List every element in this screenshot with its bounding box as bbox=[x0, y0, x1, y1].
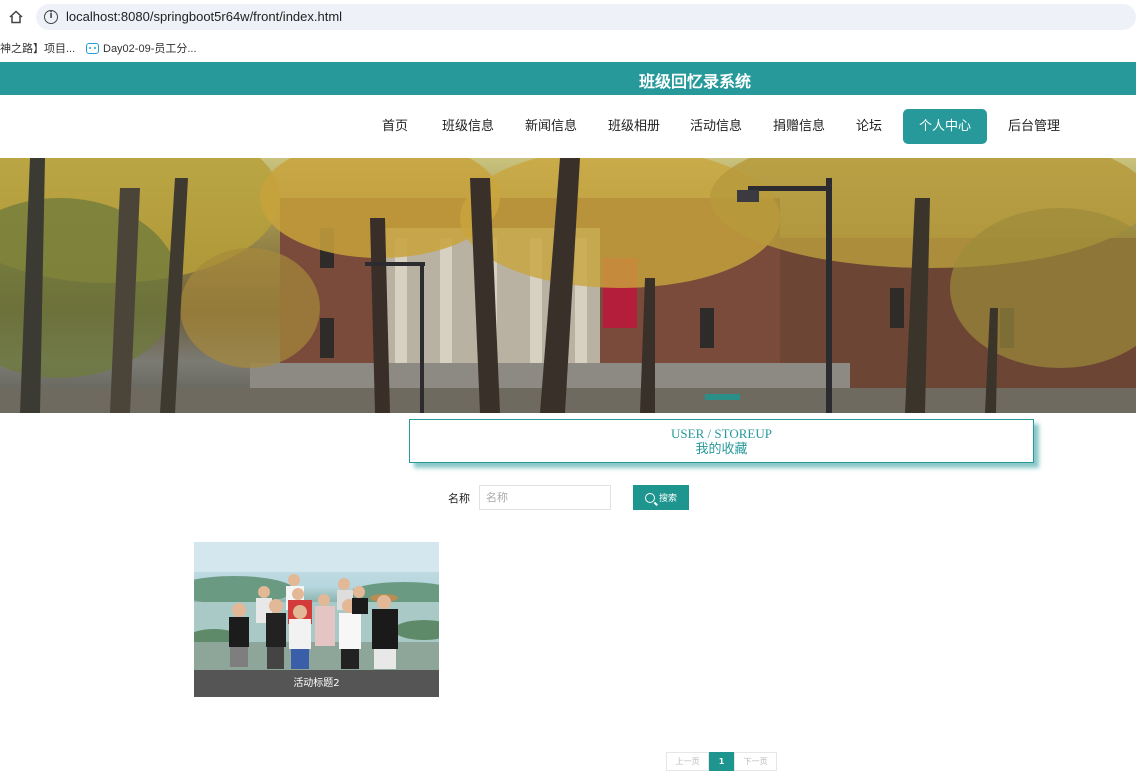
search-input[interactable] bbox=[479, 485, 611, 510]
hero-banner bbox=[0, 158, 1136, 413]
nav-item-admin[interactable]: 后台管理 bbox=[1008, 109, 1060, 144]
site-header: 班级回忆录系统 bbox=[0, 62, 1136, 95]
search-button[interactable]: 搜索 bbox=[633, 485, 689, 510]
nav-item-user-center[interactable]: 个人中心 bbox=[903, 109, 987, 144]
search-icon bbox=[644, 492, 655, 503]
nav-item-activities[interactable]: 活动信息 bbox=[690, 109, 742, 144]
browser-address-bar: i localhost:8080/springboot5r64w/front/i… bbox=[0, 0, 1136, 34]
bookmark-label: Day02-09-员工分... bbox=[103, 43, 197, 55]
main-nav: 首页 班级信息 新闻信息 班级相册 活动信息 捐赠信息 论坛 个人中心 后台管理 bbox=[0, 95, 1136, 158]
next-page-button[interactable]: 下一页 bbox=[734, 752, 777, 771]
prev-page-button[interactable]: 上一页 bbox=[666, 752, 709, 771]
search-label: 名称 bbox=[448, 492, 470, 505]
section-title-zh: 我的收藏 bbox=[695, 441, 748, 456]
nav-item-news[interactable]: 新闻信息 bbox=[525, 109, 577, 144]
nav-item-album[interactable]: 班级相册 bbox=[608, 109, 660, 144]
banner-illustration bbox=[0, 158, 1136, 413]
nav-item-forum[interactable]: 论坛 bbox=[856, 109, 882, 144]
nav-item-class-info[interactable]: 班级信息 bbox=[442, 109, 494, 144]
home-icon[interactable] bbox=[8, 9, 24, 25]
pagination: 上一页 1 下一页 bbox=[666, 752, 777, 771]
info-icon[interactable]: i bbox=[44, 10, 58, 24]
url-text: localhost:8080/springboot5r64w/front/ind… bbox=[66, 9, 343, 24]
bookmark-item[interactable]: 神之路】项目... bbox=[0, 40, 75, 56]
section-title: USER / STOREUP 我的收藏 bbox=[409, 419, 1034, 463]
section-title-en: USER / STOREUP bbox=[671, 426, 772, 441]
nav-item-donations[interactable]: 捐赠信息 bbox=[773, 109, 825, 144]
bilibili-icon bbox=[86, 42, 99, 54]
search-button-label: 搜索 bbox=[658, 494, 677, 504]
bookmark-item[interactable]: Day02-09-员工分... bbox=[86, 40, 197, 56]
site-title: 班级回忆录系统 bbox=[638, 72, 751, 91]
nav-item-home[interactable]: 首页 bbox=[382, 109, 408, 144]
url-field[interactable]: i localhost:8080/springboot5r64w/front/i… bbox=[36, 4, 1136, 30]
card-image bbox=[194, 542, 439, 670]
card-title: 活动标题2 bbox=[194, 670, 439, 697]
favorite-card[interactable]: 活动标题2 bbox=[194, 542, 439, 697]
page-number-current[interactable]: 1 bbox=[709, 752, 734, 771]
bookmarks-bar: 神之路】项目... Day02-09-员工分... bbox=[0, 34, 1136, 62]
